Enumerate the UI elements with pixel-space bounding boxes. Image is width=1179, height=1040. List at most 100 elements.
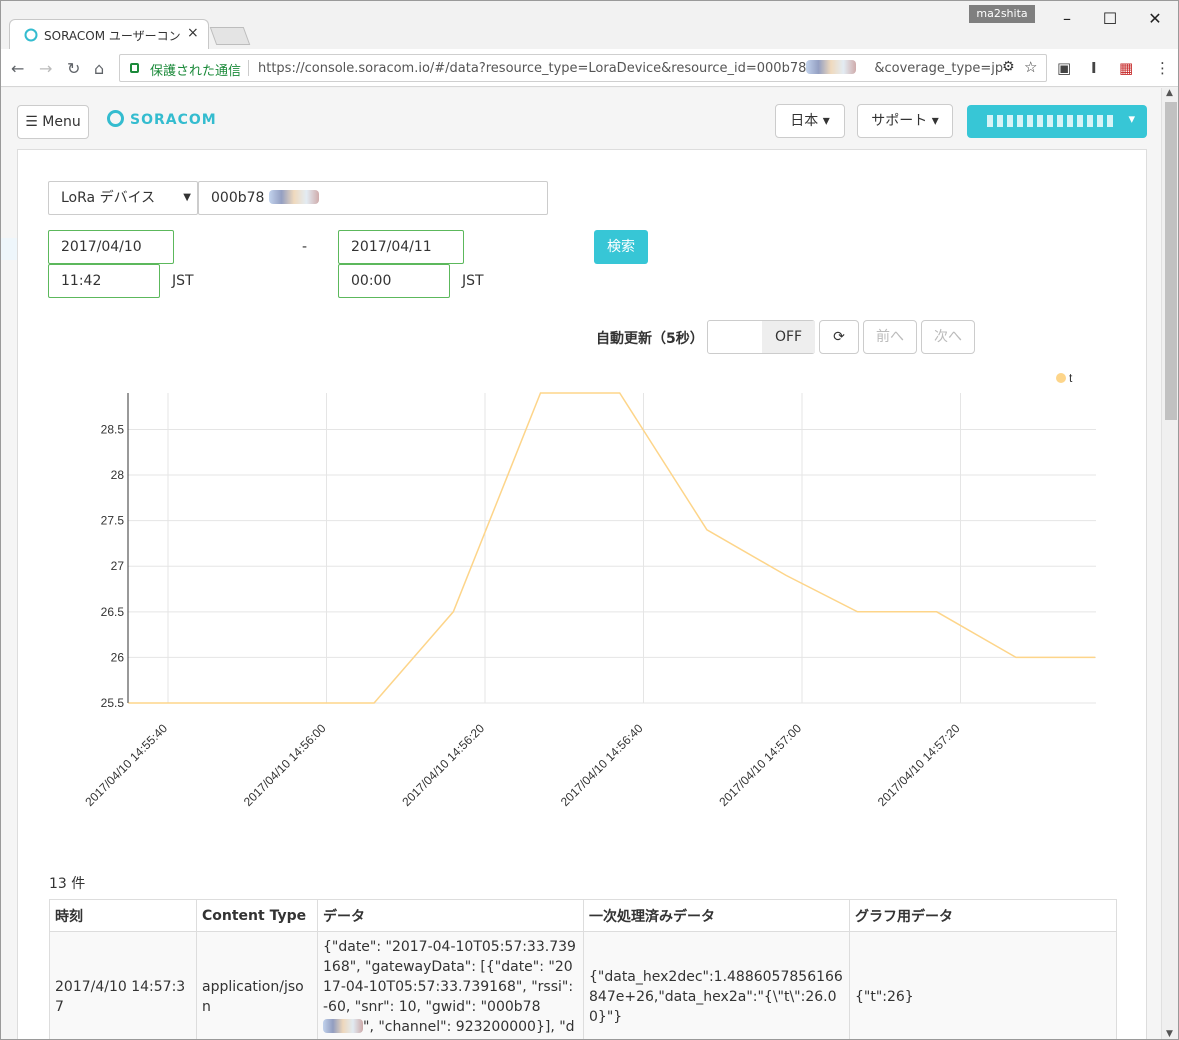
y-tick-label: 28 bbox=[111, 468, 125, 482]
from-time-input[interactable]: 11:42 bbox=[48, 264, 160, 298]
scrollbar-thumb[interactable] bbox=[1165, 102, 1177, 420]
account-dropdown[interactable]: ▾ bbox=[967, 105, 1147, 138]
scroll-up-icon[interactable]: ▲ bbox=[1166, 88, 1173, 98]
table-row: 2017/4/10 14:57:37 application/json {"da… bbox=[49, 931, 1117, 1039]
to-time-input[interactable]: 00:00 bbox=[338, 264, 450, 298]
resource-id-value: 000b78 bbox=[211, 190, 265, 206]
logo-text: SORACOM bbox=[130, 112, 217, 128]
line-chart: 25.5 26 26.5 27 27.5 28 28.5 2017/04/10 14:55:4… bbox=[82, 371, 1096, 809]
to-date-value: 2017/04/11 bbox=[351, 239, 432, 255]
extension-red-icon[interactable]: ▦ bbox=[1119, 59, 1133, 77]
graph-cell: {"t":26} bbox=[849, 931, 1117, 1039]
new-tab-button[interactable] bbox=[209, 27, 251, 45]
url-prefix: https://console.soracom.io/#/data?resour… bbox=[258, 61, 807, 76]
prev-button[interactable]: 前へ bbox=[863, 320, 917, 354]
support-dropdown[interactable]: サポート ▾ bbox=[857, 104, 953, 138]
forward-icon[interactable]: → bbox=[39, 59, 52, 78]
data-panel: LoRa デバイス ▼ 000b78 2017/04/10 - 2017/04/1… bbox=[17, 149, 1147, 1039]
x-tick-label: 2017/04/10 14:56:40 bbox=[558, 721, 646, 809]
column-header: 時刻 bbox=[49, 899, 197, 932]
menu-button[interactable]: ☰ Menu bbox=[17, 105, 89, 139]
from-date-value: 2017/04/10 bbox=[61, 239, 142, 255]
auto-update-label: 自動更新（5秒） bbox=[596, 331, 704, 347]
language-dropdown[interactable]: 日本 ▾ bbox=[775, 104, 845, 138]
toolbar: ← → ↻ ⌂ 保護された通信 https://console.soracom.… bbox=[1, 49, 1178, 87]
column-header: グラフ用データ bbox=[849, 899, 1117, 932]
column-header: 一次処理済みデータ bbox=[583, 899, 850, 932]
y-tick-label: 25.5 bbox=[101, 696, 125, 710]
close-tab-icon[interactable]: × bbox=[187, 25, 199, 41]
data-text: {"date": "2017-04-10T05:57:33.739168", "… bbox=[323, 939, 576, 1015]
caret-down-icon: ▾ bbox=[822, 113, 830, 129]
time-cell: 2017/4/10 14:57:37 bbox=[49, 931, 197, 1039]
redacted-id-icon bbox=[806, 60, 857, 74]
caret-down-icon: ▾ bbox=[1128, 112, 1135, 127]
legend-label: t bbox=[1069, 371, 1073, 385]
reload-icon[interactable]: ↻ bbox=[67, 59, 80, 78]
site-settings-icon[interactable]: ⚙ bbox=[1002, 59, 1015, 75]
caret-down-icon: ▾ bbox=[931, 113, 939, 129]
to-date-input[interactable]: 2017/04/11 bbox=[338, 230, 464, 264]
soracom-logo-icon bbox=[107, 110, 124, 127]
url-text: https://console.soracom.io/#/data?resour… bbox=[258, 60, 1003, 76]
tab-title: SORACOM ユーザーコンソー bbox=[44, 29, 180, 43]
back-icon[interactable]: ← bbox=[11, 59, 24, 78]
redacted-id-icon bbox=[268, 190, 319, 204]
resource-type-select[interactable]: LoRa デバイス ▼ bbox=[48, 181, 198, 215]
refresh-icon: ⟳ bbox=[833, 329, 845, 345]
browser-window: SORACOM ユーザーコンソー × ma2shita – ☐ ✕ ← → ↻ … bbox=[0, 0, 1179, 1040]
toggle-state: OFF bbox=[762, 321, 815, 353]
lock-icon bbox=[130, 63, 139, 73]
caret-down-icon: ▼ bbox=[183, 192, 191, 203]
chrome-menu-icon[interactable]: ⋮ bbox=[1155, 59, 1170, 77]
y-tick-label: 26 bbox=[111, 650, 125, 664]
resource-id-input[interactable]: 000b78 bbox=[198, 181, 548, 215]
redacted-account-icon bbox=[987, 115, 1117, 127]
x-tick-label: 2017/04/10 14:55:40 bbox=[82, 721, 170, 809]
y-tick-label: 28.5 bbox=[101, 422, 125, 436]
x-tick-label: 2017/04/10 14:56:00 bbox=[241, 721, 329, 809]
result-count: 13 件 bbox=[49, 876, 86, 892]
y-tick-label: 26.5 bbox=[101, 605, 125, 619]
column-header: データ bbox=[317, 899, 584, 932]
page-content: ☰ Menu SORACOM 日本 ▾ サポート ▾ ▾ LoRa デバイス ▼ … bbox=[1, 88, 1161, 1039]
column-header: Content Type bbox=[196, 899, 318, 932]
profile-badge[interactable]: ma2shita bbox=[969, 5, 1035, 23]
browser-tab[interactable]: SORACOM ユーザーコンソー × bbox=[9, 19, 209, 49]
maximize-icon[interactable]: ☐ bbox=[1100, 9, 1120, 28]
next-button[interactable]: 次へ bbox=[921, 320, 975, 354]
scroll-down-icon[interactable]: ▼ bbox=[1166, 1029, 1173, 1039]
minimize-icon[interactable]: – bbox=[1057, 9, 1077, 28]
content-type-cell: application/json bbox=[196, 931, 318, 1039]
series-line bbox=[128, 392, 1096, 704]
processed-cell: {"data_hex2dec":1.4886057856166847e+26,"… bbox=[583, 931, 850, 1039]
home-icon[interactable]: ⌂ bbox=[94, 59, 104, 78]
url-suffix: &coverage_type=jp bbox=[874, 61, 1004, 76]
soracom-logo[interactable]: SORACOM bbox=[107, 110, 217, 128]
x-tick-label: 2017/04/10 14:57:20 bbox=[875, 721, 963, 809]
x-tick-label: 2017/04/10 14:57:00 bbox=[716, 721, 804, 809]
bookmark-star-icon[interactable]: ☆ bbox=[1024, 58, 1037, 76]
data-table: 時刻 Content Type データ 一次処理済みデータ グラフ用データ 20… bbox=[49, 899, 1117, 1039]
timezone-label: JST bbox=[172, 273, 194, 289]
from-date-input[interactable]: 2017/04/10 bbox=[48, 230, 174, 264]
address-bar[interactable]: 保護された通信 https://console.soracom.io/#/dat… bbox=[119, 54, 1047, 82]
support-label: サポート bbox=[871, 113, 928, 129]
side-highlight bbox=[1, 238, 17, 260]
soracom-favicon-icon bbox=[24, 28, 38, 42]
vertical-scrollbar[interactable]: ▲ ▼ bbox=[1161, 88, 1178, 1039]
close-window-icon[interactable]: ✕ bbox=[1145, 9, 1165, 28]
auto-update-toggle[interactable]: OFF bbox=[707, 320, 815, 354]
search-button[interactable]: 検索 bbox=[594, 230, 648, 264]
y-tick-label: 27 bbox=[111, 559, 125, 573]
range-separator: - bbox=[302, 239, 308, 255]
title-bar: SORACOM ユーザーコンソー × ma2shita – ☐ ✕ bbox=[1, 1, 1178, 49]
from-time-value: 11:42 bbox=[61, 273, 102, 289]
redacted-id-icon bbox=[323, 1019, 363, 1033]
secure-label: 保護された通信 bbox=[150, 64, 242, 79]
refresh-button[interactable]: ⟳ bbox=[819, 320, 859, 354]
divider bbox=[248, 60, 249, 76]
extension-icon[interactable]: ▣ bbox=[1057, 59, 1071, 77]
extension-i-icon[interactable]: I bbox=[1091, 59, 1097, 77]
hamburger-icon: ☰ bbox=[25, 114, 38, 130]
